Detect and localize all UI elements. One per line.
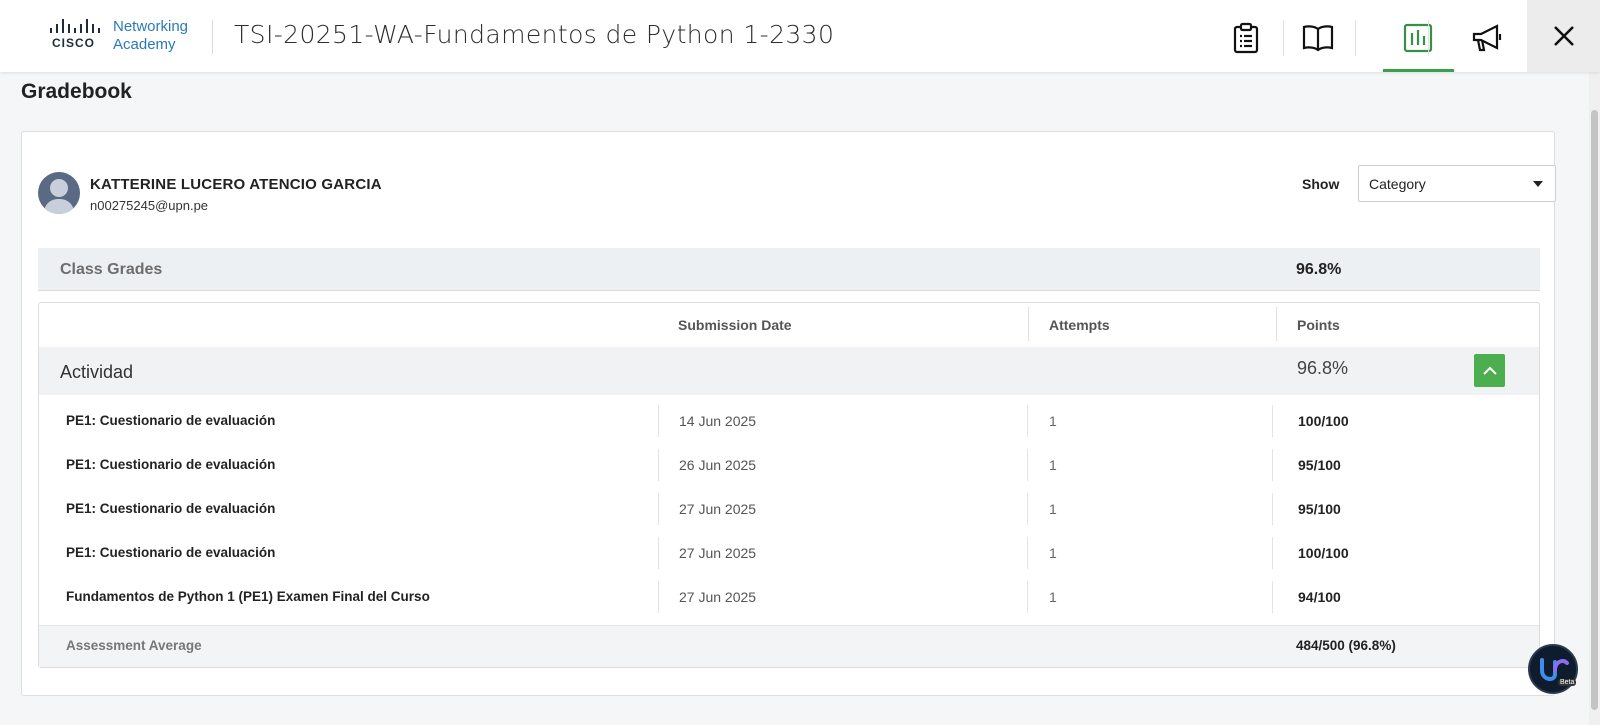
- logo-text: Networking Academy: [113, 18, 188, 54]
- student-name: KATTERINE LUCERO ATENCIO GARCIA: [90, 176, 382, 193]
- class-grades-value: 96.8%: [1296, 261, 1342, 278]
- close-icon: [1553, 26, 1574, 46]
- header-separator: [1028, 307, 1029, 341]
- table-row: PE1: Cuestionario de evaluación 27 Jun 2…: [39, 487, 1539, 531]
- logo-line2: Academy: [113, 36, 176, 53]
- points: 94/100: [1298, 589, 1341, 605]
- category-value: 96.8%: [1297, 358, 1349, 378]
- attempts: 1: [1049, 501, 1057, 517]
- attempts: 1: [1049, 413, 1057, 429]
- logo-brand: CISCO: [52, 36, 96, 50]
- class-grades-label: Class Grades: [60, 261, 163, 278]
- assistant-fab-button[interactable]: Beta: [1528, 644, 1578, 694]
- gradebook-card: KATTERINE LUCERO ATENCIO GARCIA n0027524…: [21, 131, 1556, 696]
- cell-separator: [1027, 493, 1028, 525]
- table-row: PE1: Cuestionario de evaluación 14 Jun 2…: [39, 399, 1539, 443]
- assessment-average-label: Assessment Average: [66, 638, 202, 653]
- assessment-name: PE1: Cuestionario de evaluación: [66, 545, 276, 560]
- megaphone-icon[interactable]: [1467, 18, 1507, 58]
- user-avatar-icon: [43, 179, 75, 214]
- show-select-value: Category: [1369, 176, 1426, 192]
- assessment-average-row: Assessment Average 484/500 (96.8%): [39, 625, 1539, 667]
- book-icon[interactable]: [1298, 18, 1338, 58]
- course-title: TSI-20251-WA-Fundamentos de Python 1-233…: [234, 20, 835, 49]
- assessment-name: Fundamentos de Python 1 (PE1) Examen Fin…: [66, 589, 430, 604]
- top-bar: CISCO Networking Academy TSI-20251-WA-Fu…: [0, 0, 1600, 72]
- header-separator: [1428, 20, 1429, 56]
- active-tab-indicator: [1383, 69, 1454, 72]
- table-row: PE1: Cuestionario de evaluación 27 Jun 2…: [39, 531, 1539, 575]
- cisco-networking-academy-logo[interactable]: CISCO Networking Academy: [48, 16, 208, 58]
- grades-table: Submission Date Attempts Points Activida…: [38, 302, 1540, 668]
- class-grades-bar: Class Grades 96.8%: [38, 248, 1540, 291]
- header-points: Points: [1297, 317, 1340, 333]
- assessment-average-value: 484/500 (96.8%): [1296, 638, 1396, 653]
- cell-separator: [1027, 405, 1028, 437]
- table-row: PE1: Cuestionario de evaluación 26 Jun 2…: [39, 443, 1539, 487]
- cell-separator: [1027, 537, 1028, 569]
- submission-date: 27 Jun 2025: [679, 589, 757, 605]
- header-divider: [212, 20, 213, 54]
- category-row[interactable]: Actividad 96.8%: [39, 347, 1539, 395]
- chevron-up-icon: [1482, 366, 1497, 375]
- avatar: [38, 172, 80, 214]
- cell-separator: [1027, 581, 1028, 613]
- show-label: Show: [1302, 176, 1340, 192]
- header-attempts: Attempts: [1049, 317, 1110, 333]
- attempts: 1: [1049, 589, 1057, 605]
- student-email: n00275245@upn.pe: [90, 198, 209, 213]
- category-name: Actividad: [60, 362, 134, 382]
- header-separator: [1355, 20, 1356, 56]
- cell-separator: [1272, 537, 1273, 569]
- cell-separator: [1272, 581, 1273, 613]
- cell-separator: [658, 537, 659, 569]
- header-separator: [1276, 307, 1277, 341]
- cell-separator: [658, 449, 659, 481]
- submission-date: 27 Jun 2025: [679, 545, 757, 561]
- gradebook-chart-icon[interactable]: [1398, 18, 1438, 58]
- scrollbar-thumb[interactable]: [1591, 110, 1598, 710]
- logo-line1: Networking: [113, 18, 189, 35]
- table-row: Fundamentos de Python 1 (PE1) Examen Fin…: [39, 575, 1539, 619]
- submission-date: 26 Jun 2025: [679, 457, 757, 473]
- points: 100/100: [1298, 545, 1349, 561]
- cell-separator: [658, 405, 659, 437]
- points: 95/100: [1298, 457, 1341, 473]
- show-select[interactable]: Category: [1358, 165, 1556, 202]
- submission-date: 14 Jun 2025: [679, 413, 757, 429]
- points: 100/100: [1298, 413, 1349, 429]
- page-title: Gradebook: [21, 80, 132, 103]
- cell-separator: [1272, 405, 1273, 437]
- submission-date: 27 Jun 2025: [679, 501, 757, 517]
- header-separator: [1283, 20, 1284, 56]
- assessment-name: PE1: Cuestionario de evaluación: [66, 501, 276, 516]
- collapse-button[interactable]: [1474, 354, 1505, 387]
- points: 95/100: [1298, 501, 1341, 517]
- cell-separator: [1272, 493, 1273, 525]
- assignments-icon[interactable]: [1226, 18, 1266, 58]
- cell-separator: [658, 581, 659, 613]
- beta-badge: Beta: [1558, 679, 1577, 686]
- cell-separator: [1027, 449, 1028, 481]
- assessment-name: PE1: Cuestionario de evaluación: [66, 413, 276, 428]
- header-submission-date: Submission Date: [678, 317, 792, 333]
- attempts: 1: [1049, 545, 1057, 561]
- caret-down-icon: [1533, 181, 1543, 187]
- close-button[interactable]: [1527, 0, 1600, 72]
- cell-separator: [658, 493, 659, 525]
- assessment-name: PE1: Cuestionario de evaluación: [66, 457, 276, 472]
- attempts: 1: [1049, 457, 1057, 473]
- cell-separator: [1272, 449, 1273, 481]
